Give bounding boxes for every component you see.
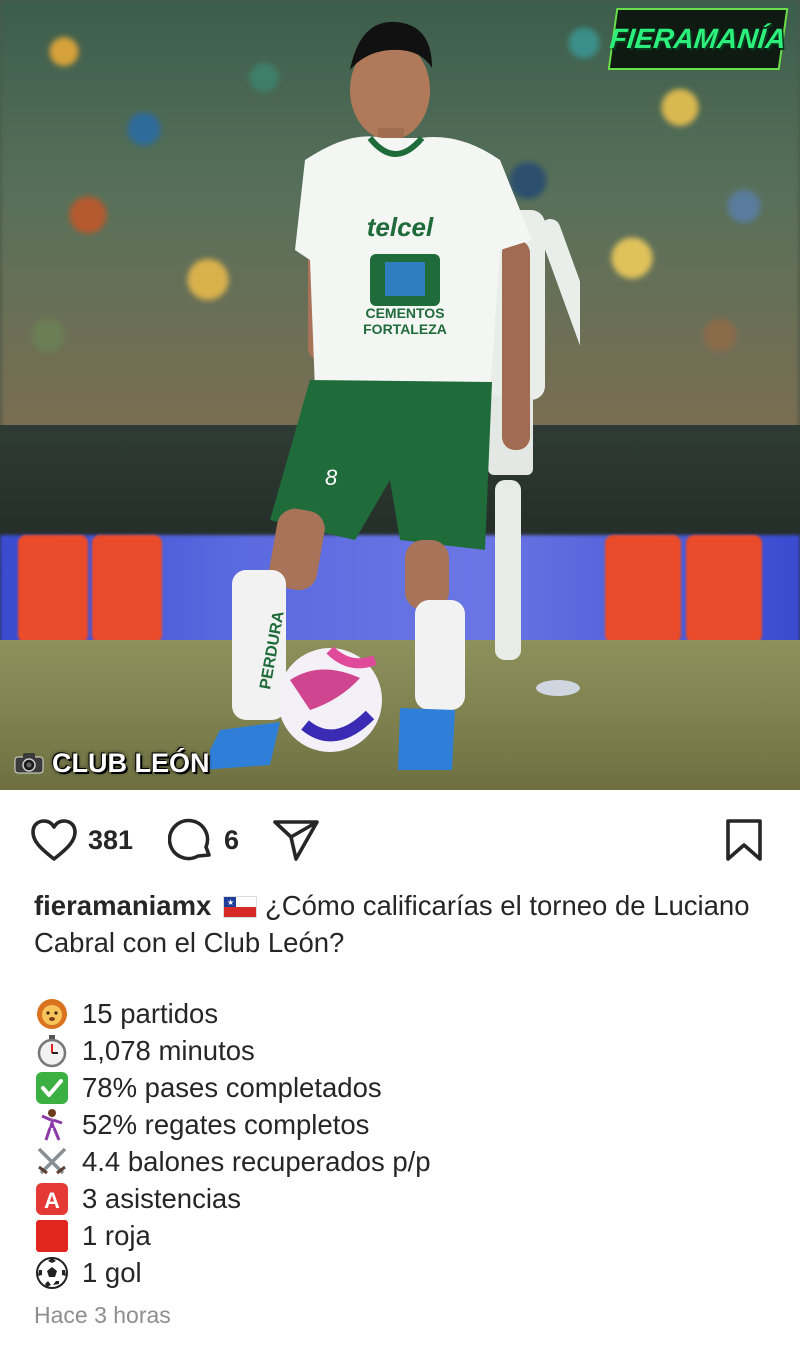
fieramania-logo: FIERAMANÍA — [607, 8, 789, 70]
photo-credit: CLUB LEÓN — [14, 745, 210, 781]
ad-board-block — [605, 535, 681, 643]
dancer-icon — [34, 1108, 70, 1142]
comment-count: 6 — [224, 824, 240, 855]
bookmark-icon[interactable] — [724, 818, 764, 862]
lion-icon — [34, 997, 70, 1031]
stat-item: 15 partidos — [34, 995, 774, 1032]
comment-icon[interactable] — [168, 817, 214, 863]
svg-text:FORTALEZA: FORTALEZA — [363, 321, 447, 337]
ad-board-block — [92, 535, 162, 643]
post-caption: fieramaniamx ★ ¿Cómo calificarías el tor… — [34, 887, 774, 961]
ad-board-block — [686, 535, 762, 643]
a-button-icon: A — [34, 1182, 70, 1216]
stat-item: 1 gol — [34, 1254, 774, 1291]
red-square-icon — [34, 1219, 70, 1253]
share-icon[interactable] — [272, 818, 320, 862]
svg-text:CEMENTOS: CEMENTOS — [365, 305, 444, 321]
save-button[interactable] — [724, 810, 764, 870]
stat-item: 52% regates completos — [34, 1106, 774, 1143]
ad-board-block — [18, 535, 88, 643]
comment-button[interactable]: 6 — [168, 810, 239, 870]
heart-icon[interactable] — [30, 818, 78, 862]
photo-credit-text: CLUB LEÓN — [52, 747, 210, 778]
username-link[interactable]: fieramaniamx — [34, 890, 211, 921]
stat-item: A 3 asistencias — [34, 1180, 774, 1217]
post-photo[interactable]: telcel CEMENTOS FORTALEZA 8 PERDURA FIER… — [0, 0, 800, 790]
share-button[interactable] — [272, 810, 320, 870]
stat-item: 1,078 minutos — [34, 1032, 774, 1069]
check-icon — [34, 1071, 70, 1105]
like-button[interactable]: 381 — [30, 810, 133, 870]
svg-text:8: 8 — [325, 465, 338, 490]
player-figure: telcel CEMENTOS FORTALEZA 8 PERDURA — [210, 21, 532, 770]
post-actions-bar: 381 6 — [0, 810, 800, 870]
stat-item: 78% pases completados — [34, 1069, 774, 1106]
crossed-swords-icon — [34, 1145, 70, 1179]
stats-list: 15 partidos 1,078 minutos 78% pases comp… — [34, 995, 774, 1291]
camera-icon — [14, 753, 44, 774]
chile-flag-icon: ★ — [222, 896, 257, 918]
svg-text:A: A — [44, 1188, 60, 1213]
stat-item: 1 roja — [34, 1217, 774, 1254]
jersey-sponsor: telcel — [367, 212, 434, 242]
stat-item: 4.4 balones recuperados p/p — [34, 1143, 774, 1180]
soccer-ball-icon — [34, 1256, 70, 1290]
post-timestamp: Hace 3 horas — [34, 1302, 171, 1328]
like-count: 381 — [88, 824, 134, 855]
stopwatch-icon — [34, 1034, 70, 1068]
